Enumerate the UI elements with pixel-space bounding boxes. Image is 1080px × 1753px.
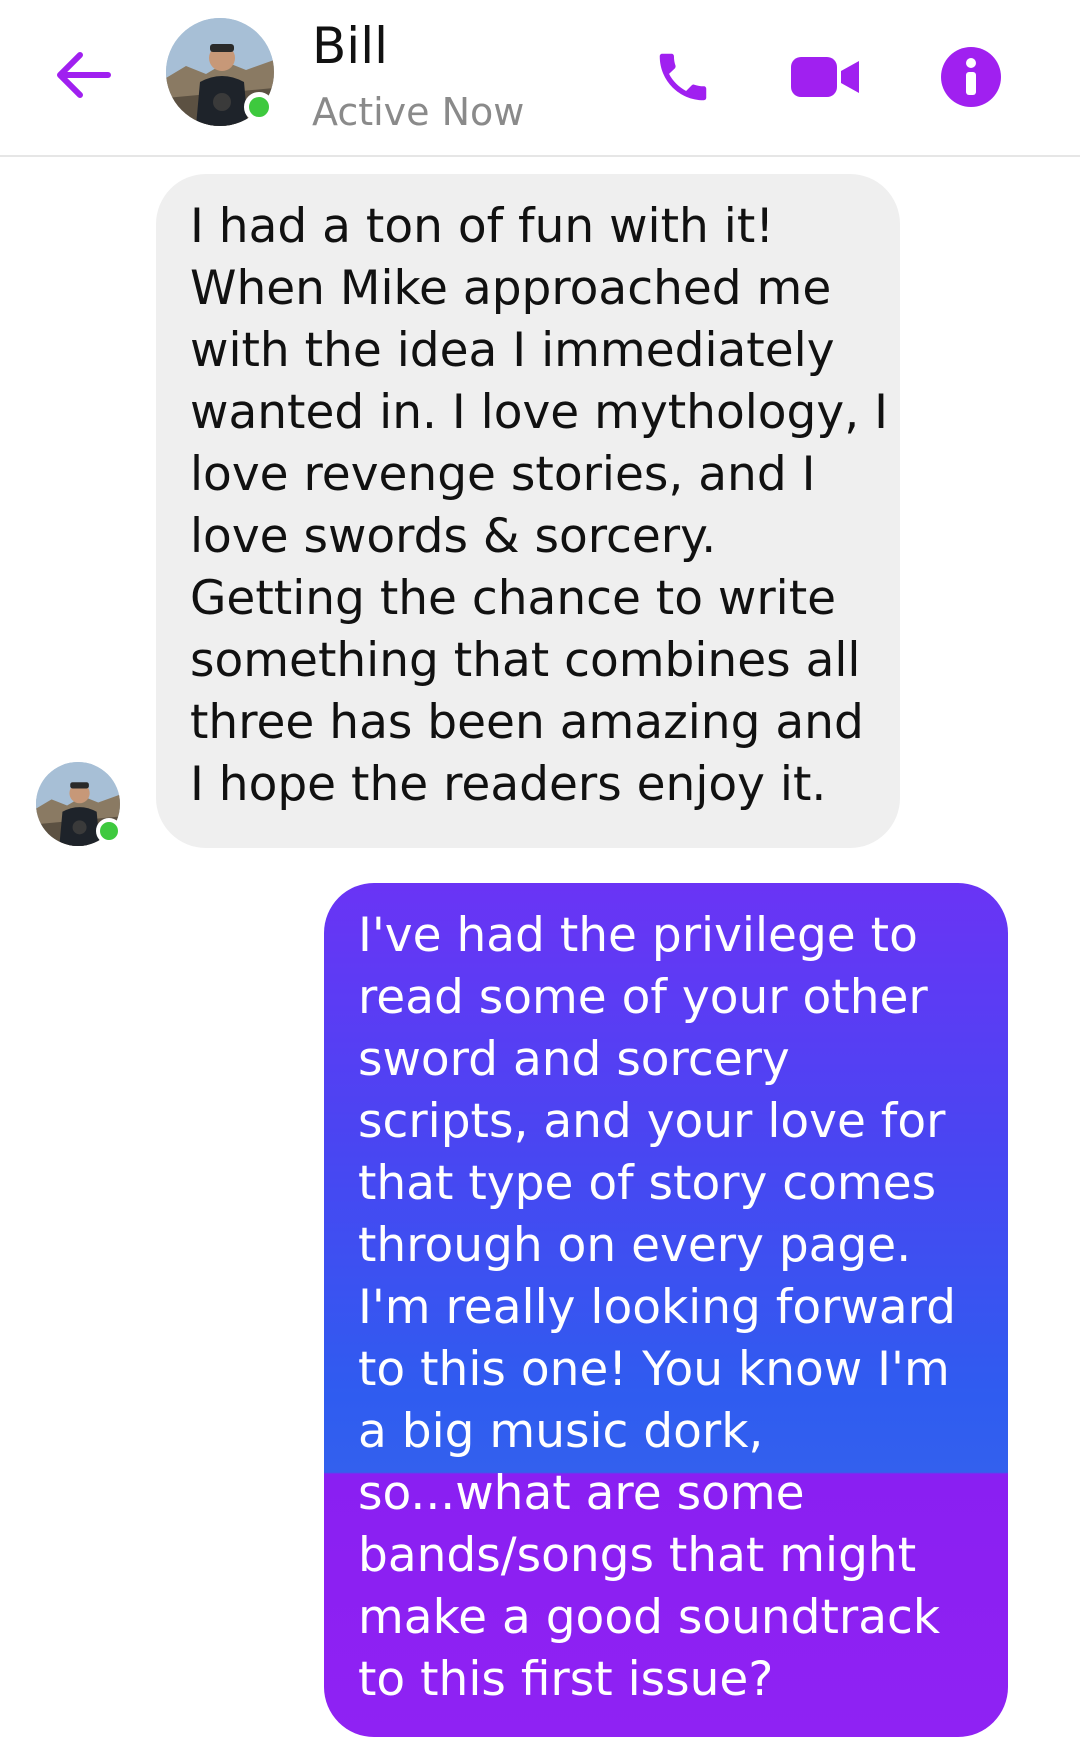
message-line: sword and sorcery [358,1032,790,1087]
message-line: Getting the chance to write [190,571,837,626]
conversation-info-button[interactable] [934,40,1008,114]
chat-header: Bill Active Now [0,0,1080,157]
message-line: that type of story comes [358,1156,937,1211]
message-line: with the idea I immediately [190,323,835,378]
video-camera-icon [789,51,863,103]
message-line: I'm really looking forward [358,1280,956,1335]
message-line: love revenge stories, and I [190,447,816,502]
message-line: to this one! You know I'm [358,1342,950,1397]
arrow-left-icon [54,51,112,99]
outgoing-message-bubble[interactable]: I've had the privilege to read some of y… [324,883,1008,1737]
message-line: When Mike approached me [190,261,832,316]
message-line: I've had the privilege to [358,908,918,963]
messenger-screen: Bill Active Now I had a ton of fun with … [0,0,1080,1753]
phone-icon [652,46,714,108]
message-line: scripts, and your love for [358,1094,946,1149]
message-line: love swords & sorcery. [190,509,717,564]
message-line: to this first issue? [358,1652,774,1707]
online-status-indicator [244,92,274,122]
voice-call-button[interactable] [646,40,720,114]
contact-name[interactable]: Bill [312,16,388,76]
message-line: three has been amazing and [190,695,864,750]
online-status-indicator [96,818,122,844]
message-line: I had a ton of fun with it! [190,199,775,254]
message-line: through on every page. [358,1218,912,1273]
back-button[interactable] [50,42,116,108]
message-line: a big music dork, [358,1404,764,1459]
message-line: bands/songs that might [358,1528,917,1583]
message-line: make a good soundtrack [358,1590,941,1645]
contact-avatar[interactable] [166,18,274,126]
incoming-message-bubble[interactable]: I had a ton of fun with it! When Mike ap… [156,174,900,848]
incoming-message-row: I had a ton of fun with it! When Mike ap… [0,174,1080,848]
contact-status: Active Now [312,90,525,134]
message-line: so...what are some [358,1466,805,1521]
message-line: read some of your other [358,970,928,1025]
message-line: I hope the readers enjoy it. [190,757,827,812]
sender-avatar[interactable] [36,762,122,846]
message-line: wanted in. I love mythology, I [190,385,888,440]
message-line: something that combines all [190,633,861,688]
video-call-button[interactable] [789,40,863,114]
info-icon [940,46,1002,108]
